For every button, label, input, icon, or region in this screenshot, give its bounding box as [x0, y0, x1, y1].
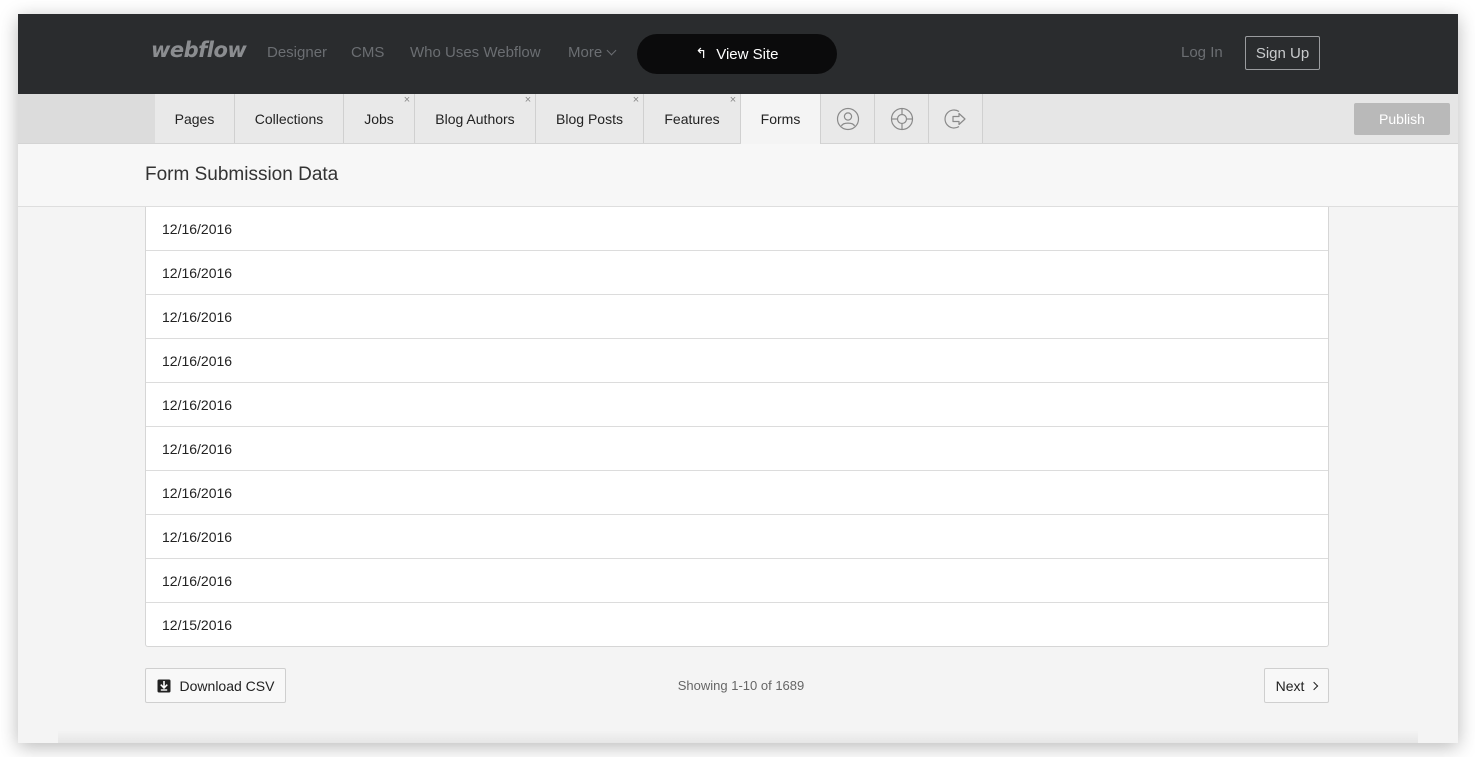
user-icon [836, 107, 859, 130]
close-icon[interactable]: × [402, 95, 412, 106]
table-row[interactable]: 12/16/2016 [146, 207, 1328, 251]
tab-help[interactable] [875, 94, 929, 143]
tab-blog-posts[interactable]: Blog Posts × [536, 94, 644, 143]
nav-link-cms[interactable]: CMS [351, 44, 384, 61]
tab-blog-authors[interactable]: Blog Authors × [415, 94, 536, 143]
row-date: 12/16/2016 [162, 308, 233, 325]
nav-link-more-label: More [568, 44, 603, 61]
close-icon[interactable]: × [631, 95, 641, 106]
tab-label: Collections [254, 110, 324, 127]
row-date: 12/16/2016 [162, 264, 233, 281]
arrow-up-left-icon: ↰ [695, 46, 708, 62]
table-row[interactable]: 12/15/2016 [146, 603, 1328, 646]
chevron-down-icon [606, 45, 617, 56]
tab-label: Features [664, 110, 720, 127]
tab-label: Forms [760, 111, 801, 127]
download-csv-button[interactable]: Download CSV [145, 668, 286, 703]
row-date: 12/16/2016 [162, 528, 233, 545]
publish-button[interactable]: Publish [1354, 103, 1450, 135]
tab-label: Pages [174, 110, 215, 127]
table-row[interactable]: 12/16/2016 [146, 339, 1328, 383]
chevron-right-icon [1310, 681, 1319, 690]
table-row[interactable]: 12/16/2016 [146, 471, 1328, 515]
row-date: 12/16/2016 [162, 484, 233, 501]
page-title: Form Submission Data [145, 164, 339, 185]
logout-icon [943, 108, 966, 129]
tab-label: Blog Posts [556, 110, 623, 127]
row-date: 12/16/2016 [162, 440, 233, 457]
pagination-status: Showing 1-10 of 1689 [677, 678, 805, 693]
table-row[interactable]: 12/16/2016 [146, 515, 1328, 559]
tab-jobs[interactable]: Jobs × [344, 94, 415, 143]
next-page-label: Next [1275, 677, 1305, 694]
download-icon [157, 679, 171, 692]
tab-pages[interactable]: Pages [155, 94, 235, 143]
table-row[interactable]: 12/16/2016 [146, 559, 1328, 603]
tab-forms[interactable]: Forms [741, 94, 821, 144]
submissions-table: 12/16/2016 12/16/2016 12/16/2016 12/16/2… [145, 207, 1329, 647]
next-page-button[interactable]: Next [1264, 668, 1329, 703]
top-nav: webflow Designer CMS Who Uses Webflow Mo… [18, 14, 1458, 94]
nav-link-designer[interactable]: Designer [267, 44, 327, 61]
login-link[interactable]: Log In [1181, 44, 1223, 61]
view-site-button[interactable]: ↰ View Site [637, 34, 837, 74]
row-date: 12/15/2016 [162, 616, 233, 633]
signup-button[interactable]: Sign Up [1245, 36, 1320, 70]
nav-link-who-uses-webflow[interactable]: Who Uses Webflow [410, 44, 541, 61]
tab-label: Blog Authors [435, 110, 515, 127]
nav-link-more[interactable]: More [568, 44, 617, 61]
row-date: 12/16/2016 [162, 396, 233, 413]
tab-account[interactable] [821, 94, 875, 143]
close-icon[interactable]: × [728, 95, 738, 106]
page-header: Form Submission Data [18, 144, 1458, 207]
webflow-logo[interactable]: webflow [151, 38, 247, 62]
view-site-label: View Site [716, 45, 779, 63]
tab-logout[interactable] [929, 94, 983, 143]
tabbar-spacer [18, 94, 155, 143]
cms-tab-bar: Pages Collections Jobs × Blog Authors × … [18, 94, 1458, 144]
table-row[interactable]: 12/16/2016 [146, 295, 1328, 339]
row-date: 12/16/2016 [162, 352, 233, 369]
download-csv-label: Download CSV [179, 677, 275, 694]
row-date: 12/16/2016 [162, 572, 233, 589]
tab-collections[interactable]: Collections [235, 94, 344, 143]
help-lifebuoy-icon [890, 107, 913, 130]
close-icon[interactable]: × [523, 95, 533, 106]
tab-features[interactable]: Features × [644, 94, 741, 143]
row-date: 12/16/2016 [162, 220, 233, 237]
table-row[interactable]: 12/16/2016 [146, 251, 1328, 295]
table-row[interactable]: 12/16/2016 [146, 383, 1328, 427]
app-window: webflow Designer CMS Who Uses Webflow Mo… [18, 14, 1458, 743]
table-row[interactable]: 12/16/2016 [146, 427, 1328, 471]
bottom-shadow [58, 730, 1418, 743]
tab-label: Jobs [364, 110, 394, 127]
